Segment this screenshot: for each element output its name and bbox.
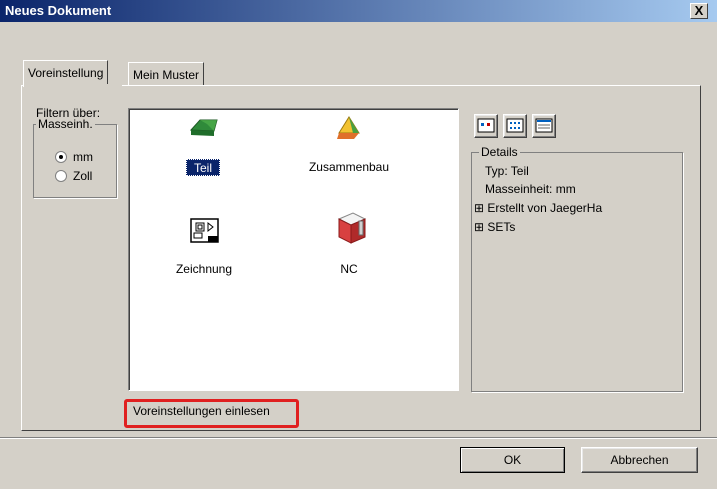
view-details-button[interactable]: [532, 114, 556, 138]
expand-icon[interactable]: ⊞: [474, 220, 484, 234]
bottom-separator: [0, 437, 717, 439]
title-bar: Neues Dokument X: [0, 0, 717, 22]
tree-item-label: Erstellt von JaegerHa: [487, 201, 603, 215]
template-label-zeichnung: Zeichnung: [175, 262, 233, 276]
radio-zoll-circle[interactable]: [55, 170, 67, 182]
tab-mein-muster[interactable]: Mein Muster: [128, 62, 205, 86]
details-view-icon: [535, 118, 553, 133]
template-list[interactable]: Teil Zusammenbau Zeichnung NC: [128, 108, 459, 391]
tab-voreinstellung[interactable]: Voreinstellung: [23, 60, 109, 87]
radio-zoll-label: Zoll: [73, 169, 93, 183]
view-small-icons-button[interactable]: [503, 114, 527, 138]
large-icons-view-icon: [477, 118, 495, 133]
close-button[interactable]: X: [690, 3, 708, 19]
small-icons-view-icon: [506, 118, 524, 133]
template-label-zusammenbau: Zusammenbau: [308, 160, 390, 174]
cancel-button[interactable]: Abbrechen: [581, 447, 698, 473]
template-item-teil[interactable]: Teil: [159, 115, 249, 180]
radio-selected-dot: [59, 155, 63, 159]
ok-button[interactable]: OK: [460, 447, 565, 473]
template-item-zeichnung[interactable]: Zeichnung: [159, 217, 249, 282]
template-item-nc[interactable]: NC: [309, 211, 389, 283]
part-icon: [189, 119, 218, 136]
close-icon: X: [694, 3, 704, 18]
expand-icon[interactable]: ⊞: [474, 201, 484, 215]
radio-zoll[interactable]: Zoll: [55, 169, 115, 185]
drawing-icon: [190, 218, 219, 243]
radio-mm-circle[interactable]: [55, 151, 67, 163]
radio-mm-label: mm: [73, 150, 93, 164]
tree-item-created-by[interactable]: ⊞ Erstellt von JaegerHa: [474, 201, 602, 215]
template-item-zusammenbau[interactable]: Zusammenbau: [294, 115, 404, 180]
assembly-icon: [337, 116, 360, 139]
template-label-nc: NC: [340, 262, 358, 276]
load-defaults-button[interactable]: Voreinstellungen einlesen: [133, 404, 270, 418]
view-large-icons-button[interactable]: [474, 114, 498, 138]
detail-type: Typ: Teil: [485, 164, 529, 178]
radio-mm[interactable]: mm: [55, 150, 115, 166]
tab-label: Mein Muster: [133, 68, 200, 82]
nc-icon: [337, 212, 367, 244]
template-label-teil: Teil: [186, 159, 220, 176]
tree-item-sets[interactable]: ⊞ SETs: [474, 220, 515, 234]
tree-item-label: SETs: [487, 220, 516, 234]
details-groupbox-label: Details: [479, 145, 520, 159]
detail-unit: Masseinheit: mm: [485, 182, 576, 196]
tab-label: Voreinstellung: [28, 66, 104, 80]
unit-groupbox-label: Masseinh.: [36, 117, 95, 131]
window-title: Neues Dokument: [5, 3, 112, 18]
